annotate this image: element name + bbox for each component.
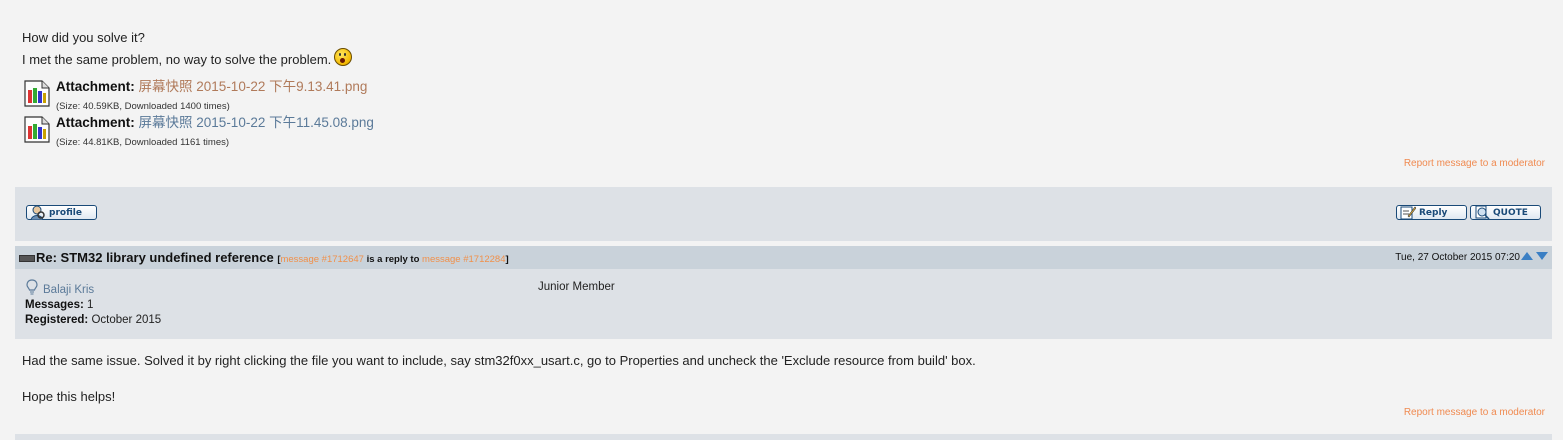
attachment-item: Attachment: 屏幕快照 2015-10-22 下午9.13.41.pn… <box>22 76 1545 112</box>
attachment-item: Attachment: 屏幕快照 2015-10-22 下午11.45.08.p… <box>22 112 1545 148</box>
user-registered: Registered: October 2015 <box>25 314 162 326</box>
profile-label: profile <box>49 207 82 218</box>
post-line: Hope this helps! <box>22 389 116 404</box>
profile-button[interactable]: profile <box>26 205 97 220</box>
post-header: Re: STM32 library undefined reference [m… <box>15 246 1552 269</box>
surprised-face-icon <box>334 48 353 66</box>
post-body: Had the same issue. Solved it by right c… <box>22 352 1542 406</box>
next-message-icon[interactable] <box>1536 252 1548 260</box>
post-subject: Re: STM32 library undefined reference <box>36 250 274 265</box>
user-rank: Junior Member <box>538 281 615 293</box>
reply-to-message-link[interactable]: message #1712284 <box>422 254 505 265</box>
attachment-link[interactable]: 屏幕快照 2015-10-22 下午11.45.08.png <box>139 115 374 130</box>
quote-button[interactable]: QUOTE <box>1470 205 1541 220</box>
post-toolbar: profile Reply QUOTE <box>15 187 1552 241</box>
attachment-label: Attachment: <box>56 115 135 130</box>
quote-label: QUOTE <box>1493 207 1528 218</box>
post-date: Tue, 27 October 2015 07:20 <box>1395 252 1520 263</box>
report-moderator-link[interactable]: Report message to a moderator <box>1404 407 1545 418</box>
offline-bulb-icon <box>26 279 38 295</box>
user-messages: Messages: 1 <box>25 299 94 311</box>
previous-message-icon[interactable] <box>1521 252 1533 260</box>
post-line: How did you solve it? <box>22 30 145 45</box>
user-info-box: Balaji Kris Junior Member Messages: 1 Re… <box>15 269 1552 339</box>
report-moderator-link[interactable]: Report message to a moderator <box>1404 158 1545 169</box>
next-post-divider <box>15 434 1552 440</box>
reply-label: Reply <box>1419 207 1448 218</box>
attachment-link[interactable]: 屏幕快照 2015-10-22 下午9.13.41.png <box>139 79 368 94</box>
profile-icon <box>30 205 45 220</box>
post-line: I met the same problem, no way to solve … <box>22 48 1545 70</box>
thread-view: How did you solve it? I met the same pro… <box>15 0 1552 440</box>
collapse-icon[interactable] <box>19 255 35 262</box>
quote-icon <box>1475 205 1490 220</box>
image-file-icon <box>24 80 50 107</box>
post-line: Had the same issue. Solved it by right c… <box>22 353 976 368</box>
pencil-note-icon <box>1400 206 1416 220</box>
post-reply-meta: [message #1712647 is a reply to message … <box>277 254 509 265</box>
attachment-size: (Size: 44.81KB, Downloaded 1161 times) <box>56 137 230 148</box>
post-body: How did you solve it? I met the same pro… <box>15 0 1552 148</box>
reply-button[interactable]: Reply <box>1396 205 1467 220</box>
message-link[interactable]: message #1712647 <box>280 254 363 265</box>
user-name-link[interactable]: Balaji Kris <box>43 284 94 296</box>
attachment-label: Attachment: <box>56 79 135 94</box>
image-file-icon <box>24 116 50 143</box>
